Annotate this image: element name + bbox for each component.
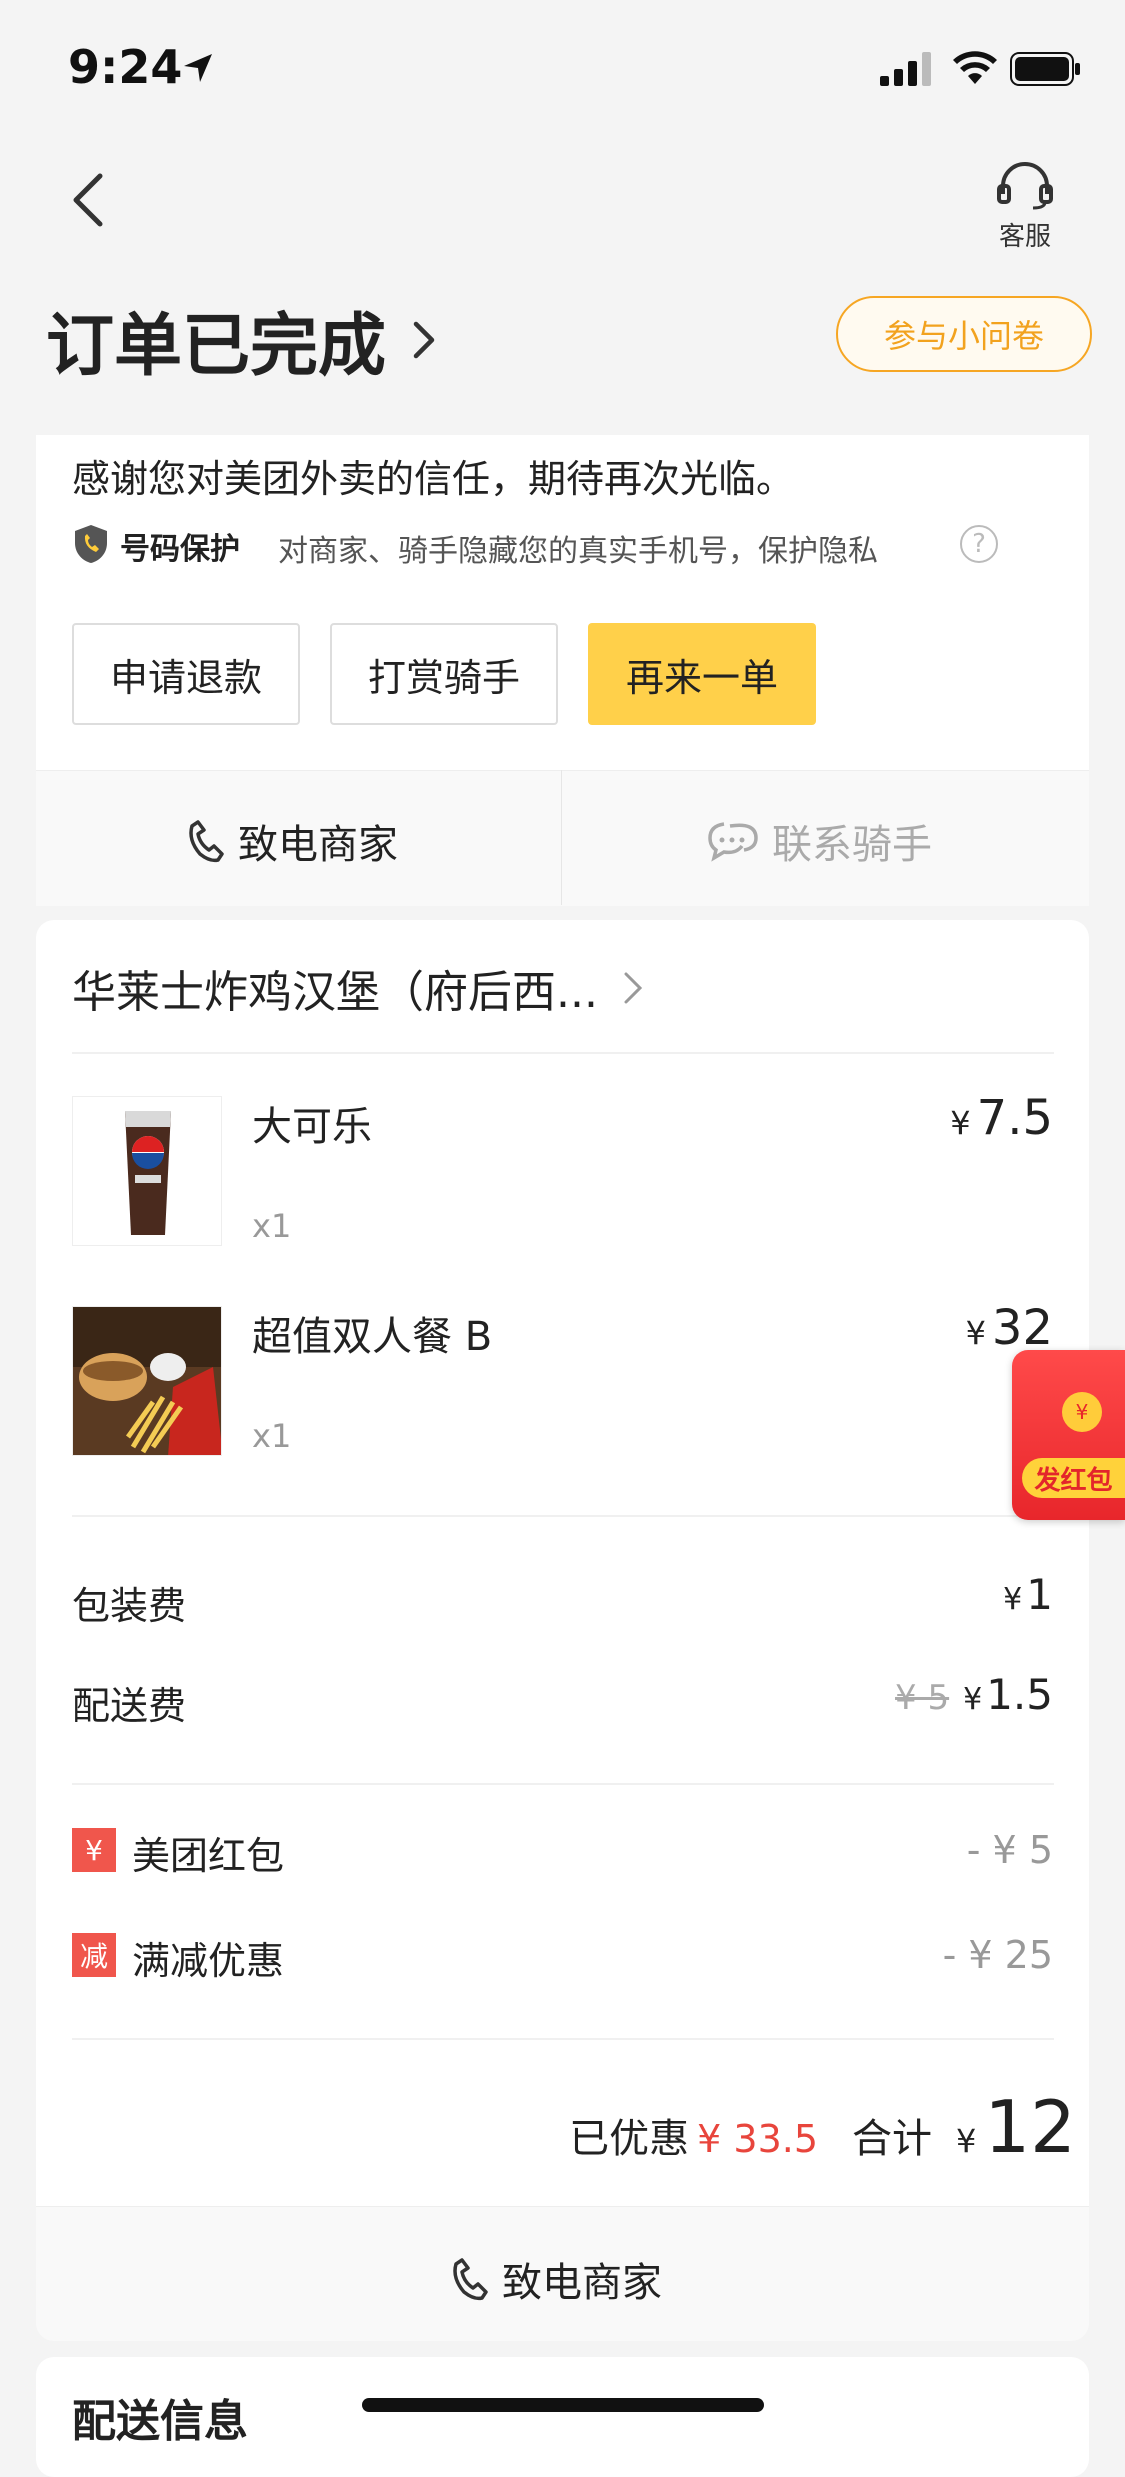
item-qty: x1 — [252, 1417, 292, 1455]
currency-symbol: ¥ — [965, 1314, 986, 1352]
delivery-fee-label: 配送费 — [72, 1684, 187, 1728]
redpacket-label: 美团红包 — [132, 1834, 285, 1878]
currency-symbol: ¥ — [1003, 1582, 1023, 1617]
refund-button[interactable]: 申请退款 — [72, 623, 300, 725]
total-value: 12 — [984, 2085, 1076, 2169]
item-name: 大可乐 — [252, 1104, 372, 1150]
contact-divider — [561, 770, 562, 905]
currency-symbol: ¥ — [963, 1682, 983, 1717]
saved-value: ¥ 33.5 — [697, 2117, 819, 2161]
divider — [72, 1783, 1054, 1785]
customer-service-button[interactable]: 客服 — [990, 160, 1060, 252]
bottom-call-merchant-label: 致电商家 — [502, 2260, 662, 2306]
contact-rider-label: 联系骑手 — [772, 822, 932, 868]
red-packet-label[interactable]: 发红包 — [1022, 1458, 1125, 1498]
home-indicator[interactable] — [362, 2398, 764, 2412]
currency-symbol: ¥ — [950, 1104, 971, 1142]
survey-button[interactable]: 参与小问卷 — [836, 296, 1092, 372]
shield-phone-icon — [75, 525, 107, 563]
total-label: 合计 — [852, 2116, 933, 2162]
item-price: ¥7.5 — [950, 1090, 1053, 1146]
contact-rider-button[interactable]: 联系骑手 — [706, 812, 932, 870]
reorder-button[interactable]: 再来一单 — [588, 623, 816, 725]
item-qty: x1 — [252, 1207, 292, 1245]
packaging-fee-value: ¥1 — [1003, 1570, 1053, 1619]
chevron-right-icon — [624, 972, 643, 1004]
fullcut-value: - ¥ 25 — [942, 1933, 1053, 1977]
wifi-icon — [953, 51, 997, 84]
delivery-info-title: 配送信息 — [72, 2396, 248, 2447]
item-price: ¥32 — [966, 1300, 1053, 1356]
item-name: 超值双人餐 B — [252, 1314, 493, 1360]
chat-bubble-icon — [708, 822, 758, 862]
cellular-signal-icon — [880, 52, 931, 86]
coin-icon: ¥ — [1062, 1392, 1102, 1432]
divider — [72, 1515, 1054, 1517]
order-status-text: 订单已完成 — [46, 307, 387, 386]
item-image-combo — [72, 1306, 222, 1456]
divider — [72, 1052, 1054, 1054]
divider — [72, 2038, 1054, 2040]
status-time: 9:24 — [68, 40, 183, 94]
order-status-title[interactable]: 订单已完成 — [46, 290, 438, 389]
chevron-right-icon — [413, 321, 435, 358]
order-summary: 已优惠 ¥ 33.5 合计 ¥ 12 — [569, 2085, 1076, 2169]
phone-icon — [189, 820, 224, 863]
privacy-text: 对商家、骑手隐藏您的真实手机号，保护隐私 — [278, 534, 878, 569]
phone-icon — [453, 2258, 488, 2301]
call-merchant-label: 致电商家 — [238, 822, 398, 868]
bottom-call-merchant-button[interactable]: 致电商家 — [450, 2250, 662, 2308]
help-icon[interactable]: ? — [960, 525, 998, 563]
fullcut-label: 满减优惠 — [132, 1939, 285, 1983]
delivery-fee-amount: 1.5 — [986, 1670, 1053, 1719]
call-merchant-button[interactable]: 致电商家 — [186, 812, 398, 870]
redpacket-tag-icon: ¥ — [72, 1828, 116, 1872]
packaging-fee-label: 包装费 — [72, 1584, 187, 1628]
back-arrow-icon[interactable] — [68, 170, 108, 230]
fullcut-tag-icon: 减 — [72, 1933, 116, 1977]
item-price-value: 32 — [991, 1300, 1053, 1356]
delivery-fee-value: ¥ 5 ¥1.5 — [895, 1670, 1053, 1719]
shop-name: 华莱士炸鸡汉堡（府后西... — [72, 967, 598, 1018]
battery-icon — [1010, 52, 1080, 86]
customer-service-label: 客服 — [998, 222, 1051, 252]
packaging-fee-amount: 1 — [1026, 1570, 1053, 1619]
location-arrow-icon — [184, 54, 212, 82]
delivery-fee-original: ¥ 5 — [895, 1678, 950, 1718]
redpacket-value: - ¥ 5 — [966, 1828, 1053, 1872]
item-price-value: 7.5 — [976, 1090, 1053, 1146]
tip-rider-button[interactable]: 打赏骑手 — [330, 623, 558, 725]
item-image-cola — [72, 1096, 222, 1246]
privacy-title: 号码保护 — [120, 532, 240, 567]
saved-label: 已优惠 — [569, 2116, 690, 2162]
shop-name-row[interactable]: 华莱士炸鸡汉堡（府后西... — [72, 956, 644, 1020]
thanks-text: 感谢您对美团外卖的信任，期待再次光临。 — [72, 457, 795, 501]
total-currency: ¥ — [956, 2122, 977, 2160]
headset-icon — [997, 162, 1053, 210]
